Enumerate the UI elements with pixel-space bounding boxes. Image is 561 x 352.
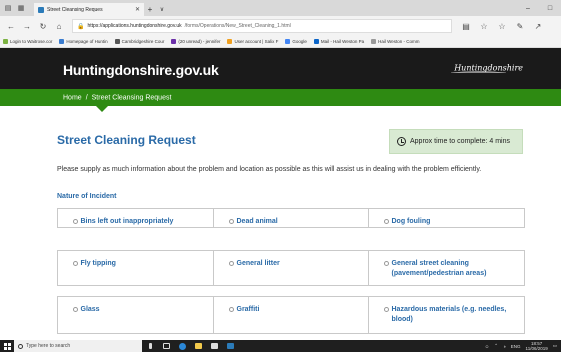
tab-actions-icon[interactable]: ▤ xyxy=(3,3,13,13)
option-general-litter[interactable]: General litter xyxy=(212,249,369,286)
network-icon[interactable]: ◑ xyxy=(503,344,506,349)
close-tab-icon[interactable]: ✕ xyxy=(135,6,140,13)
pen-icon[interactable]: ✎ xyxy=(514,19,526,33)
store-icon[interactable] xyxy=(222,340,238,352)
taskbar-search[interactable]: Type here to search xyxy=(14,340,142,352)
new-tab-button[interactable]: + xyxy=(144,3,156,16)
option-general-street-cleaning[interactable]: General street cleaning (pavement/pedest… xyxy=(367,249,525,286)
url-path: /forms/Operations/New_Street_Cleaning_1.… xyxy=(184,23,291,29)
favorite-link[interactable]: (20 unread) - jennifer xyxy=(171,39,220,44)
radio-button[interactable] xyxy=(383,306,389,312)
favorite-link[interactable]: Login to Waitrose.cor xyxy=(3,39,52,44)
back-button[interactable]: ← xyxy=(4,19,18,33)
incident-options-grid: Fly tipping General litter General stree… xyxy=(56,249,525,286)
refresh-button[interactable]: ↻ xyxy=(36,19,50,33)
site-header: Huntingdonshire.gov.uk Huntingdonshire xyxy=(0,48,561,89)
option-dead-animal[interactable]: Dead animal xyxy=(212,207,369,228)
windows-taskbar: Type here to search ☺ ⌃ ◑ ENG 18:57 11/0… xyxy=(0,340,561,352)
url-host: https://applications.huntingdonshire.gov… xyxy=(87,23,182,29)
start-button[interactable] xyxy=(0,340,14,352)
language-indicator[interactable]: ENG xyxy=(511,344,521,349)
people-icon[interactable]: ☺ xyxy=(485,344,490,349)
favorite-link[interactable]: Google xyxy=(285,39,307,44)
breadcrumb: Home / Street Cleansing Request xyxy=(63,94,171,101)
favorite-icon xyxy=(313,39,319,44)
favorite-link[interactable]: Homepage of Huntin xyxy=(59,39,108,44)
share-icon[interactable]: ↗ xyxy=(532,19,544,33)
tray-chevron-icon[interactable]: ⌃ xyxy=(494,343,498,349)
forward-button[interactable]: → xyxy=(20,19,34,33)
tab-favicon-icon xyxy=(38,6,44,13)
browser-tab-strip: ▤ ▦ Street Cleansing Reques ✕ + ∨ – □ xyxy=(0,0,561,16)
favorite-icon xyxy=(59,39,65,44)
option-dog-fouling[interactable]: Dog fouling xyxy=(367,207,525,228)
breadcrumb-home-link[interactable]: Home xyxy=(63,94,82,101)
favorite-icon xyxy=(227,39,233,44)
favorite-link[interactable]: User account | Salix F xyxy=(227,39,278,44)
breadcrumb-separator: / xyxy=(85,94,88,101)
section-label: Nature of Incident xyxy=(57,193,117,200)
option-glass[interactable]: Glass xyxy=(56,295,214,334)
reading-view-icon[interactable]: ▤ xyxy=(460,19,472,33)
favorites-bar: Login to Waitrose.cor Homepage of Huntin… xyxy=(0,36,561,48)
favorite-link[interactable]: Mail - Hail Weston Pa xyxy=(313,39,364,44)
radio-button[interactable] xyxy=(228,306,234,312)
address-bar[interactable]: 🔒 https://applications.huntingdonshire.g… xyxy=(72,19,452,33)
taskbar-search-placeholder: Type here to search xyxy=(26,343,71,349)
time-to-complete-notice: Approx time to complete: 4 mins xyxy=(389,129,523,154)
favorite-icon xyxy=(3,39,8,44)
lock-icon: 🔒 xyxy=(77,23,85,30)
tab-dropdown-icon[interactable]: ∨ xyxy=(156,3,168,16)
radio-button[interactable] xyxy=(72,260,78,266)
microphone-icon[interactable] xyxy=(142,340,158,352)
browser-tab-active[interactable]: Street Cleansing Reques ✕ xyxy=(34,3,144,16)
search-icon xyxy=(18,343,23,349)
home-button[interactable]: ⌂ xyxy=(52,19,66,33)
clock-date: 11/06/2019 xyxy=(525,346,548,351)
task-view-icon[interactable] xyxy=(158,340,174,352)
clock-icon xyxy=(397,137,406,146)
option-hazardous-materials[interactable]: Hazardous materials (e.g. needles, blood… xyxy=(367,295,525,334)
favorite-star-icon[interactable]: ☆ xyxy=(478,19,490,33)
option-graffiti[interactable]: Graffiti xyxy=(212,295,369,334)
edge-browser-icon[interactable] xyxy=(174,340,190,352)
radio-button[interactable] xyxy=(383,218,389,224)
favorite-icon xyxy=(371,39,377,44)
favorites-hub-icon[interactable]: ☆ xyxy=(496,19,508,33)
time-to-complete-text: Approx time to complete: 4 mins xyxy=(410,138,510,145)
taskbar-clock[interactable]: 18:57 11/06/2019 xyxy=(526,341,548,351)
option-bins[interactable]: Bins left out inappropriately xyxy=(56,207,214,228)
windows-logo-icon xyxy=(3,342,11,350)
favorite-link[interactable]: Cambridgeshire Cour xyxy=(114,39,164,44)
site-name-link[interactable]: Huntingdonshire.gov.uk xyxy=(63,62,219,78)
radio-button[interactable] xyxy=(72,218,78,224)
favorite-link[interactable]: Hail Weston - Comm xyxy=(371,39,420,44)
minimize-button[interactable]: – xyxy=(517,0,539,16)
council-logo[interactable]: Huntingdonshire xyxy=(451,64,523,75)
browser-navbar: ← → ↻ ⌂ 🔒 https://applications.huntingdo… xyxy=(0,16,561,36)
file-explorer-icon[interactable] xyxy=(190,340,206,352)
incident-options-grid: Glass Graffiti Hazardous materials (e.g.… xyxy=(56,295,525,334)
system-tray: ☺ ⌃ ◑ ENG 18:57 11/06/2019 ▭ xyxy=(485,341,561,351)
favorite-icon xyxy=(114,39,120,44)
incident-options-grid: Bins left out inappropriately Dead anima… xyxy=(56,207,525,228)
radio-button[interactable] xyxy=(228,218,234,224)
page-title: Street Cleaning Request xyxy=(57,133,196,147)
favorite-icon xyxy=(171,39,177,44)
breadcrumb-current: Street Cleansing Request xyxy=(91,94,172,101)
radio-button[interactable] xyxy=(383,260,389,266)
breadcrumb-bar: Home / Street Cleansing Request xyxy=(0,89,561,106)
radio-button[interactable] xyxy=(228,260,234,266)
radio-button[interactable] xyxy=(72,306,78,312)
window-controls: – □ xyxy=(517,0,561,16)
mail-icon[interactable] xyxy=(206,340,222,352)
option-fly-tipping[interactable]: Fly tipping xyxy=(56,249,214,286)
intro-text: Please supply as much information about … xyxy=(57,166,482,173)
breadcrumb-pointer-icon xyxy=(96,106,108,112)
favorite-icon xyxy=(285,39,291,44)
maximize-button[interactable]: □ xyxy=(539,0,561,16)
tab-title: Street Cleansing Reques xyxy=(47,6,103,13)
tab-preview-icon[interactable]: ▦ xyxy=(16,3,26,13)
notifications-icon[interactable]: ▭ xyxy=(553,343,557,349)
